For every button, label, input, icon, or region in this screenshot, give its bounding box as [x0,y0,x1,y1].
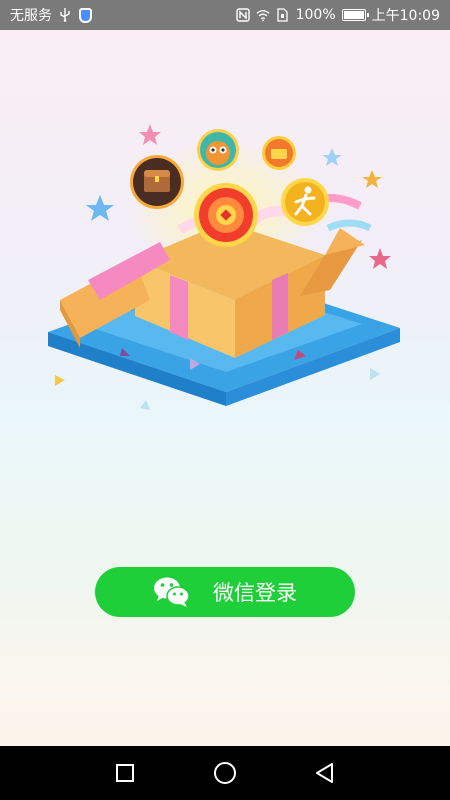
wechat-icon [154,577,190,607]
battery-icon [341,9,369,21]
status-right: 100% 上午10:09 [235,5,440,25]
wechat-login-button[interactable]: 微信登录 [95,567,355,617]
circle-home-icon [214,762,236,784]
carrier-text: 无服务 [10,8,52,24]
shield-icon [78,7,92,23]
square-recents-icon [116,764,134,782]
sim-icon [276,8,290,22]
home-button[interactable] [205,753,245,793]
nfc-icon [235,8,250,22]
clock: 上午10:09 [371,8,440,24]
gift-box-illustration [48,124,400,410]
battery-percent: 100% [295,7,336,23]
back-button[interactable] [305,753,345,793]
status-bar: 无服务 100% 上午10:09 [0,0,450,30]
treasure-chest-icon [130,155,184,209]
coin-wheel-icon [194,183,258,247]
wifi-icon [256,8,270,22]
navigation-bar [0,746,450,800]
screen: 无服务 100% 上午10:09 微信登录 [0,0,450,800]
usb-icon [58,8,72,22]
runner-icon [281,178,329,226]
monkey-icon [197,129,239,171]
recents-button[interactable] [105,753,145,793]
triangle-back-icon [316,763,333,783]
wechat-login-label: 微信登录 [213,581,297,605]
wallet-icon [262,136,296,170]
status-left: 无服务 [10,5,92,25]
